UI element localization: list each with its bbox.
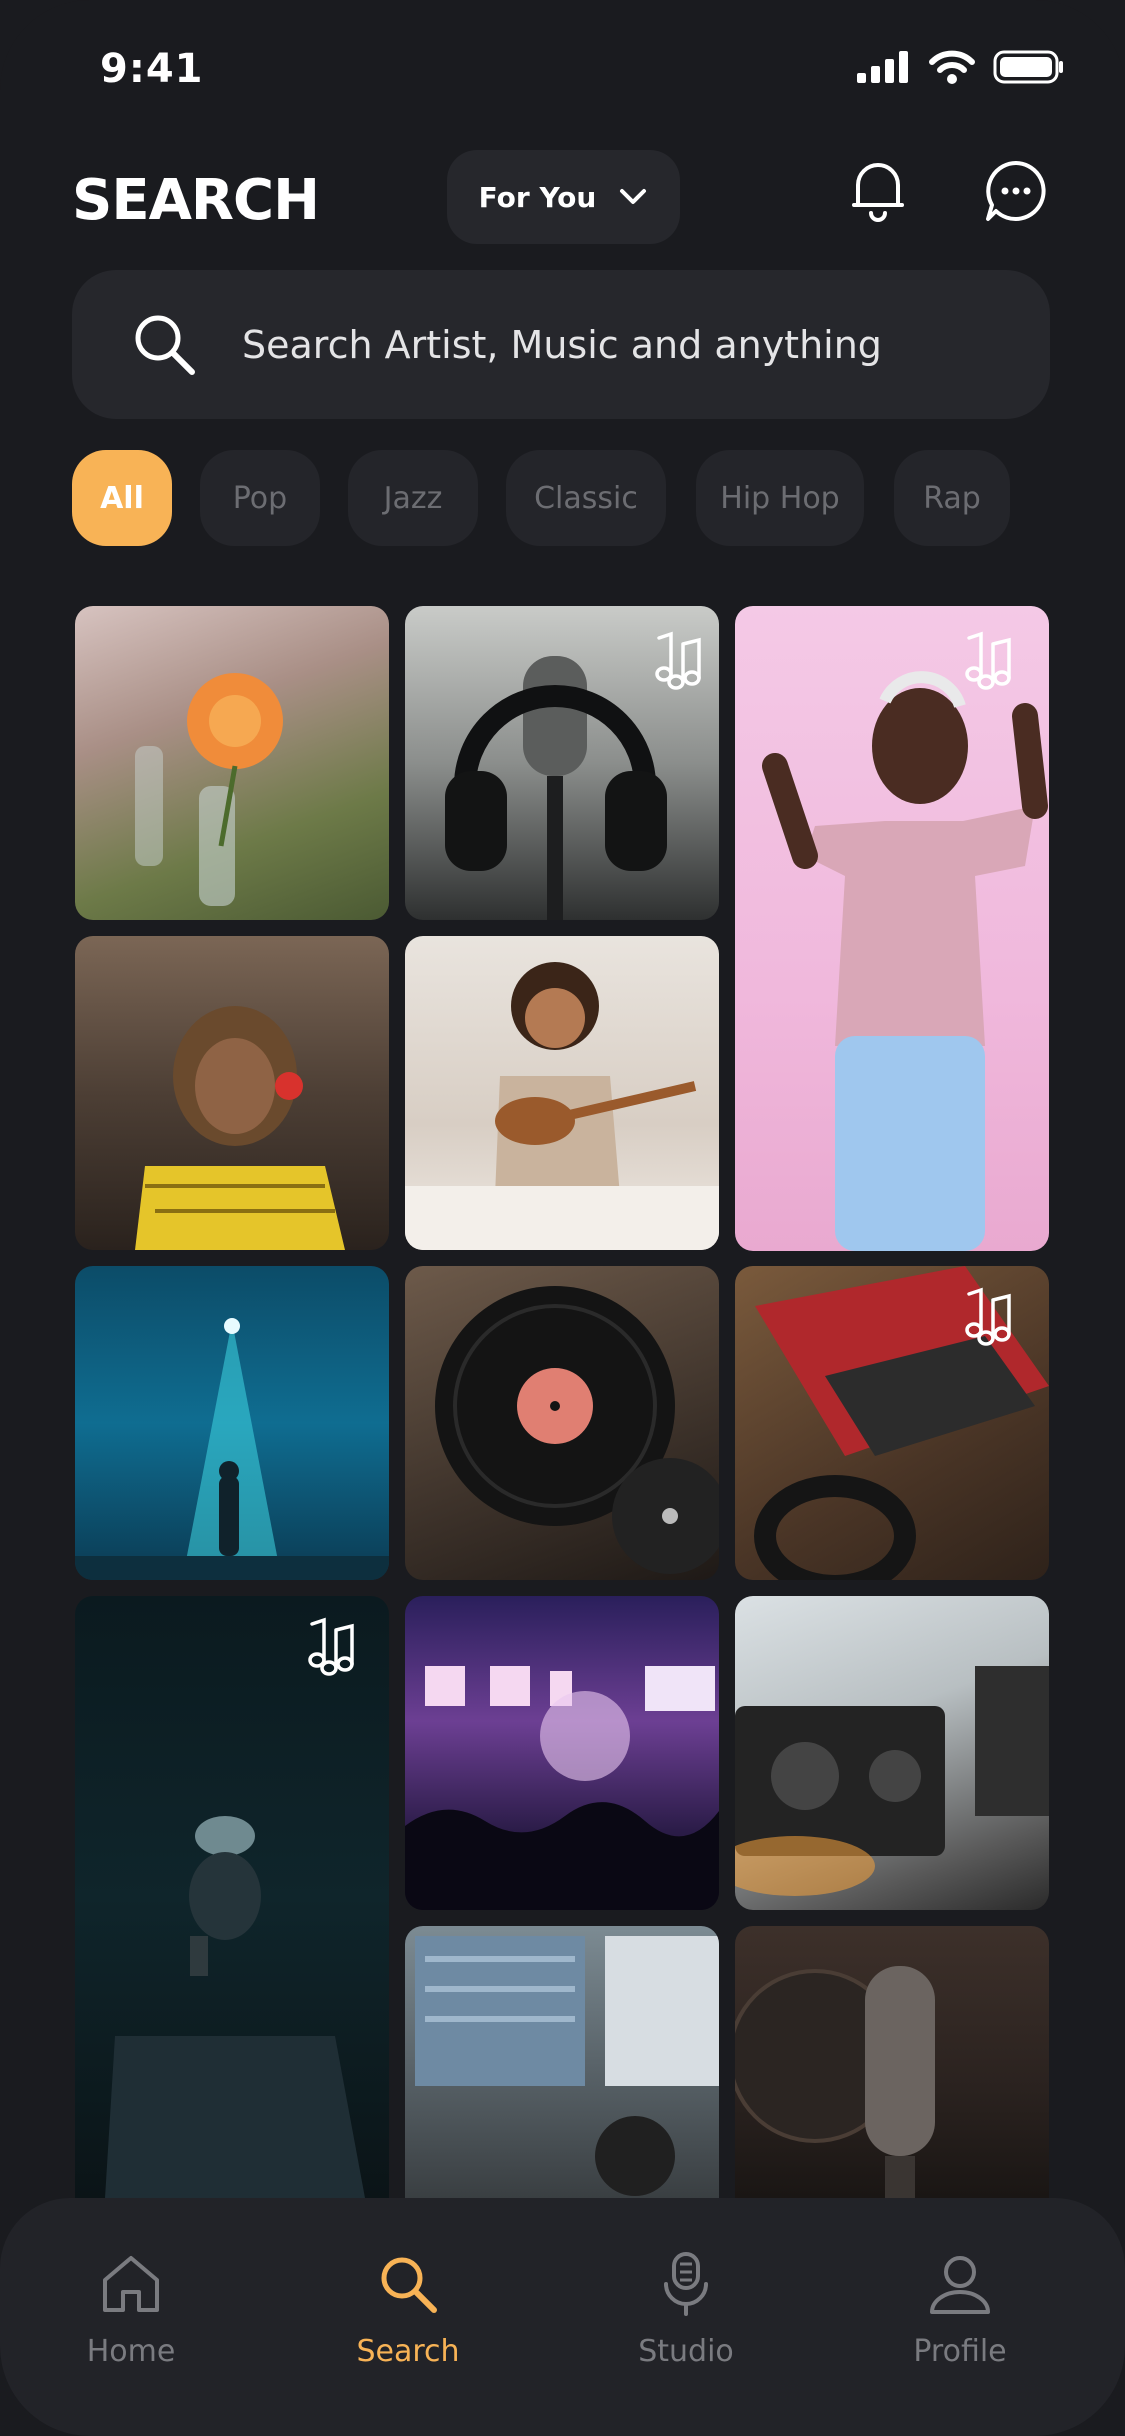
bell-icon <box>852 163 904 222</box>
home-icon <box>103 2256 159 2312</box>
tile-flowers-table[interactable] <box>75 606 389 920</box>
search-icon <box>135 315 195 375</box>
tile-singer-dark[interactable] <box>75 1596 389 2198</box>
chevron-down-icon <box>620 189 647 204</box>
tile-dancing-woman[interactable] <box>735 606 1049 1251</box>
woman-listening-image <box>135 1006 345 1250</box>
status-time: 9:41 <box>100 46 204 92</box>
chip-rap[interactable]: Rap <box>894 450 1010 546</box>
chip-all[interactable]: All <box>72 450 172 546</box>
feed-selector-dropdown[interactable]: For You <box>447 150 680 244</box>
dj-controller-image <box>735 1666 1049 1896</box>
chip-pop[interactable]: Pop <box>200 450 320 546</box>
app-screen: 9:41 SEARCH For You Search Artist, Music… <box>0 0 1125 2436</box>
tile-studio-monitors[interactable] <box>405 1926 719 2198</box>
tile-headphones-mic[interactable] <box>405 606 719 920</box>
tile-drum-pad[interactable] <box>735 1266 1049 1580</box>
drum-pad-image <box>754 1266 1049 1580</box>
nav-profile-label: Profile <box>913 2334 1007 2369</box>
notifications-button[interactable] <box>842 155 914 227</box>
tile-condenser-mic[interactable] <box>735 1926 1049 2198</box>
bottom-navigation: Home Search Studio Profile <box>0 2198 1125 2436</box>
tile-dj-controller[interactable] <box>735 1596 1049 1910</box>
page-title: SEARCH <box>72 168 320 233</box>
nav-home-label: Home <box>86 2334 176 2369</box>
cellular-signal-icon <box>857 51 908 83</box>
studio-monitors-image <box>415 1936 719 2196</box>
tile-vinyl-record[interactable] <box>405 1266 719 1580</box>
girl-ukulele-image <box>405 962 719 1250</box>
headphones-image <box>445 656 667 920</box>
search-placeholder: Search Artist, Music and anything <box>242 322 882 367</box>
search-icon <box>381 2257 437 2313</box>
user-icon <box>930 2256 990 2314</box>
nav-search-label: Search <box>356 2334 460 2369</box>
wifi-icon <box>929 50 975 84</box>
battery-icon <box>993 50 1063 84</box>
concert-image <box>405 1666 719 1910</box>
spotlight-image <box>75 1318 389 1580</box>
nav-studio[interactable]: Studio <box>586 2252 786 2369</box>
flower-vase-image <box>135 673 283 906</box>
tile-concert-crowd[interactable] <box>405 1596 719 1910</box>
vinyl-record-image <box>435 1286 719 1574</box>
feed-selector-label: For You <box>478 180 597 214</box>
chip-hip-hop[interactable]: Hip Hop <box>696 450 864 546</box>
chat-bubble-icon <box>986 161 1046 221</box>
tile-woman-red-headphones[interactable] <box>75 936 389 1250</box>
nav-profile[interactable]: Profile <box>860 2252 1060 2369</box>
nav-studio-label: Studio <box>638 2334 734 2369</box>
messages-button[interactable] <box>980 155 1052 227</box>
woman-dancing-image <box>762 671 1048 1251</box>
nav-search[interactable]: Search <box>308 2252 508 2369</box>
status-icons <box>857 50 1065 84</box>
tile-spotlight-stage[interactable] <box>75 1266 389 1580</box>
condenser-mic-image <box>735 1966 935 2198</box>
singer-image <box>105 1816 365 2198</box>
search-input[interactable]: Search Artist, Music and anything <box>72 270 1050 419</box>
nav-home[interactable]: Home <box>31 2252 231 2369</box>
chip-jazz[interactable]: Jazz <box>348 450 478 546</box>
microphone-icon <box>664 2252 708 2316</box>
tile-girl-ukulele[interactable] <box>405 936 719 1250</box>
chip-classic[interactable]: Classic <box>506 450 666 546</box>
